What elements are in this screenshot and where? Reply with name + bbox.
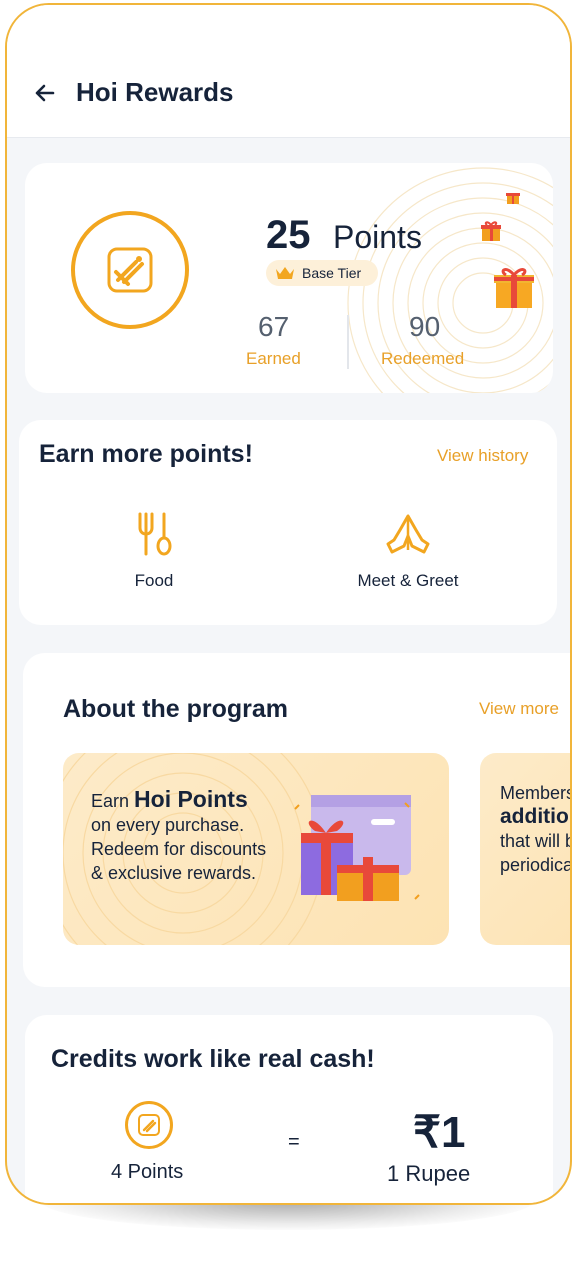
earned-label: Earned	[246, 349, 301, 368]
tier-badge: Base Tier	[266, 260, 378, 286]
promo-card-earn[interactable]: Earn Hoi Points on every purchase. Redee…	[63, 753, 449, 945]
about-program-card: About the program View more Earn Hoi Poi…	[23, 653, 572, 987]
view-more-link[interactable]: View more	[479, 699, 559, 719]
category-meet-greet[interactable]: Meet & Greet	[353, 510, 463, 591]
earn-section-title: Earn more points!	[39, 440, 253, 468]
points-coin-badge	[125, 1101, 173, 1149]
promo1-line3: Redeem for discounts	[91, 839, 267, 859]
rupee-conversion-label: 1 Rupee	[387, 1161, 471, 1186]
tier-label: Base Tier	[302, 265, 362, 281]
arrow-left-icon	[35, 84, 55, 102]
promo-card-members[interactable]: Members addition that will b periodica	[480, 753, 572, 945]
large-gift-icon	[494, 268, 534, 308]
small-gift-icon	[506, 193, 520, 204]
gift-screen-illustration	[294, 795, 420, 901]
promo2-line3: that will b	[500, 831, 572, 851]
namaste-hands-icon	[386, 514, 430, 554]
medium-gift-icon	[481, 221, 501, 241]
points-unit: Points	[333, 219, 422, 255]
category-meet-greet-label: Meet & Greet	[357, 571, 459, 590]
promo1-highlight: Hoi Points	[134, 786, 248, 812]
points-conversion-label: 4 Points	[111, 1161, 184, 1183]
app-header: Hoi Rewards	[7, 5, 570, 138]
points-summary-card: 25 Points Base Tier 67 Earned 90 Redeeme…	[25, 163, 553, 393]
fork-spoon-icon	[138, 512, 172, 556]
promo2-highlight: addition	[500, 805, 570, 828]
promo2-line4: periodica	[500, 855, 572, 875]
hoi-logo-small-icon	[138, 1114, 160, 1136]
points-value: 25	[266, 213, 311, 257]
back-button[interactable]	[31, 79, 59, 107]
about-section-title: About the program	[63, 695, 288, 723]
promo1-line4: & exclusive rewards.	[91, 863, 257, 883]
stats-divider	[347, 315, 349, 369]
promo2-line1: Members	[500, 783, 572, 803]
promo1-line2: on every purchase.	[91, 815, 245, 835]
crown-icon	[276, 267, 294, 279]
hoi-logo-badge	[71, 211, 189, 329]
category-food[interactable]: Food	[111, 510, 197, 591]
earn-points-card: Earn more points! View history Food Meet…	[19, 420, 557, 625]
hoi-logo-icon	[107, 247, 153, 293]
redeemed-value: 90	[409, 311, 441, 342]
rupee-value: ₹1	[413, 1108, 466, 1157]
redeemed-label: Redeemed	[381, 349, 465, 368]
earned-value: 67	[258, 311, 290, 342]
credits-section-title: Credits work like real cash!	[51, 1045, 375, 1073]
credits-card: Credits work like real cash! 4 Points = …	[25, 1015, 553, 1203]
category-food-label: Food	[134, 571, 174, 590]
promo1-line1-prefix: Earn	[91, 791, 135, 811]
phone-frame: Hoi Rewards 25 Points Base Tier 67 Earne…	[5, 3, 572, 1205]
view-history-link[interactable]: View history	[437, 446, 528, 466]
page-title: Hoi Rewards	[76, 77, 234, 107]
equals-sign: =	[288, 1131, 300, 1153]
